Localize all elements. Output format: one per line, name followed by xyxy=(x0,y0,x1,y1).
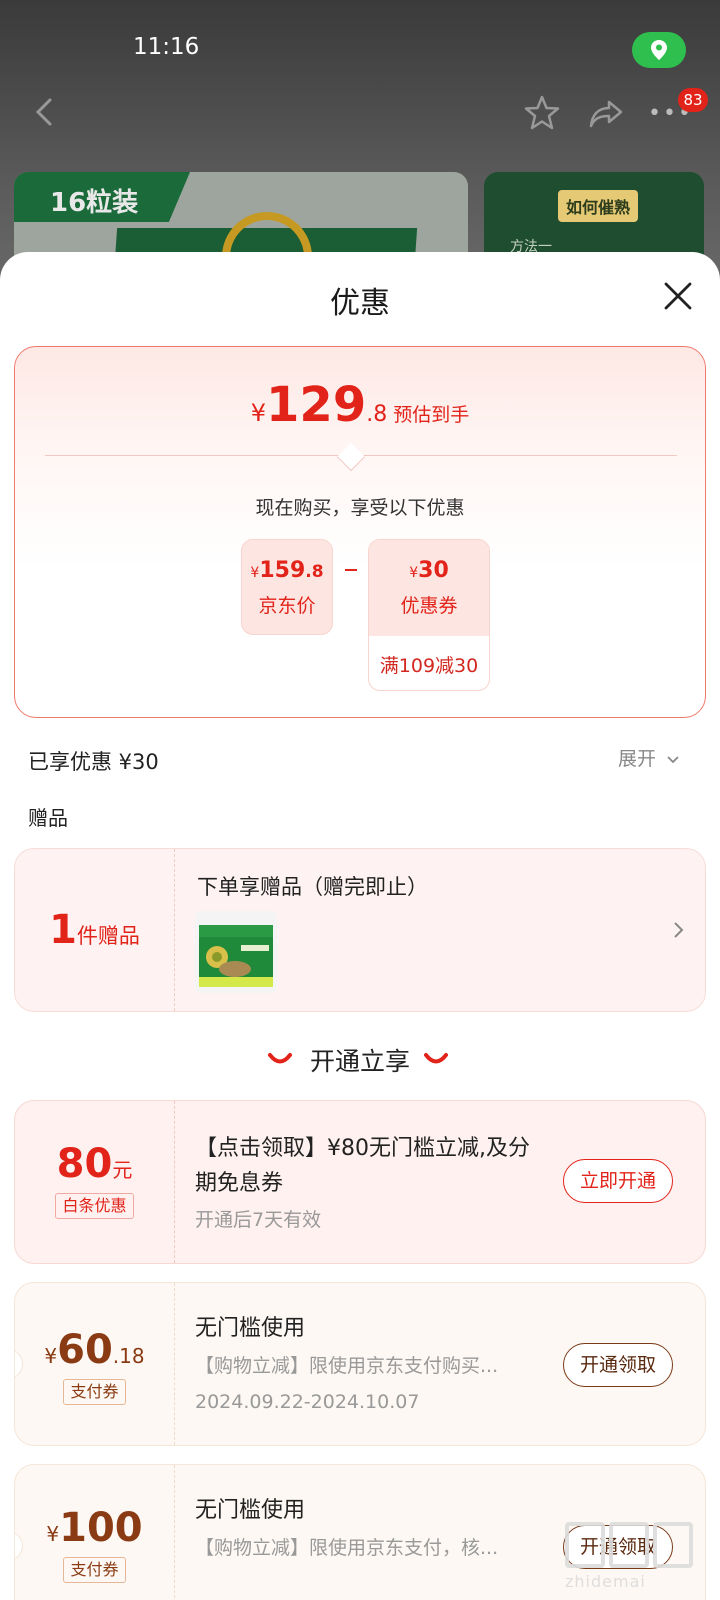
estimated-price-integer: 129 xyxy=(266,377,367,433)
gift-unit: 件赠品 xyxy=(76,924,140,948)
coupon-label: 优惠券 xyxy=(400,595,458,617)
price-summary-box: ¥129.8 预估到手 现在购买，享受以下优惠 ¥159.8 京东价 ¥30 优惠… xyxy=(14,346,706,718)
offer-card-baitiao[interactable]: 80元 白条优惠 【点击领取】¥80无门槛立减,及分期免息券 开通后7天有效 立… xyxy=(14,1100,706,1264)
gift-box-image xyxy=(195,911,277,993)
close-icon[interactable] xyxy=(660,278,696,314)
offer-card-payment-coupon[interactable]: ¥60.18 支付券 无门槛使用 【购物立减】限使用京东支付购买... 2024… xyxy=(14,1282,706,1446)
offer-title: 无门槛使用 xyxy=(195,1498,306,1523)
favorite-star-icon[interactable] xyxy=(523,94,561,132)
expand-toggle[interactable]: 展开 xyxy=(618,744,680,771)
minus-sign xyxy=(345,569,357,571)
gift-card[interactable]: 1件赠品 下单享赠品（赠完即止） xyxy=(14,848,706,1012)
buy-now-note: 现在购买，享受以下优惠 xyxy=(255,497,465,519)
gift-count: 1 xyxy=(49,907,77,953)
enjoyed-discount-total: 已享优惠 ¥30 xyxy=(28,750,159,774)
offer-amount: ¥60.18 xyxy=(44,1327,145,1373)
gift-description: 下单享赠品（赠完即止） xyxy=(197,875,428,899)
sheet-title: 优惠 xyxy=(330,286,390,321)
offer-type-badge: 白条优惠 xyxy=(55,1193,134,1219)
ripening-guide-label: 如何催熟 xyxy=(558,190,639,222)
watermark-logo: zhidemai xyxy=(565,1522,715,1598)
divider-notch xyxy=(336,442,366,472)
offer-amount: 80元 xyxy=(56,1141,133,1187)
offer-date-range: 2024.09.22-2024.10.07 xyxy=(195,1391,420,1413)
offer-type-badge: 支付券 xyxy=(63,1379,126,1405)
location-pin-icon xyxy=(651,40,667,60)
back-arrow-icon[interactable] xyxy=(30,94,60,130)
jd-price-chip: ¥159.8 京东价 xyxy=(241,539,333,635)
pack-size-tag: 16粒装 xyxy=(14,172,190,222)
offer-type-badge: 支付券 xyxy=(63,1557,126,1583)
message-count-badge: 83 xyxy=(678,88,708,112)
gift-section-heading: 赠品 xyxy=(28,806,68,830)
jd-price-label: 京东价 xyxy=(258,595,316,617)
offer-title: 【点击领取】¥80无门槛立减,及分期免息券 xyxy=(195,1136,530,1196)
offer-validity: 开通后7天有效 xyxy=(195,1209,322,1231)
chevron-right-icon xyxy=(674,922,684,938)
coupon-condition: 满109减30 xyxy=(379,655,479,677)
discount-sheet: 优惠 ¥129.8 预估到手 现在购买，享受以下优惠 ¥159.8 京东价 ¥30… xyxy=(0,252,720,1600)
offer-title: 无门槛使用 xyxy=(195,1316,306,1341)
coupon-chip: ¥30 优惠券 满109减30 xyxy=(368,539,490,691)
chevron-down-icon xyxy=(667,756,679,764)
share-icon[interactable] xyxy=(587,94,625,132)
offer-description: 【购物立减】限使用京东支付购买... xyxy=(195,1355,499,1377)
location-indicator xyxy=(632,32,686,68)
smile-decoration-icon xyxy=(424,1053,448,1064)
estimated-price: ¥129.8 预估到手 xyxy=(250,377,470,433)
gift-thumbnail[interactable] xyxy=(195,911,277,993)
estimated-price-label: 预估到手 xyxy=(393,404,470,426)
activate-now-button[interactable]: 立即开通 xyxy=(563,1159,673,1203)
offer-amount: ¥100 xyxy=(46,1505,143,1551)
offer-description: 【购物立减】限使用京东支付，核... xyxy=(195,1537,499,1559)
open-benefits-heading: 开通立享 xyxy=(309,1047,410,1076)
activate-claim-button[interactable]: 开通领取 xyxy=(563,1343,673,1387)
status-time: 11:16 xyxy=(133,34,200,60)
